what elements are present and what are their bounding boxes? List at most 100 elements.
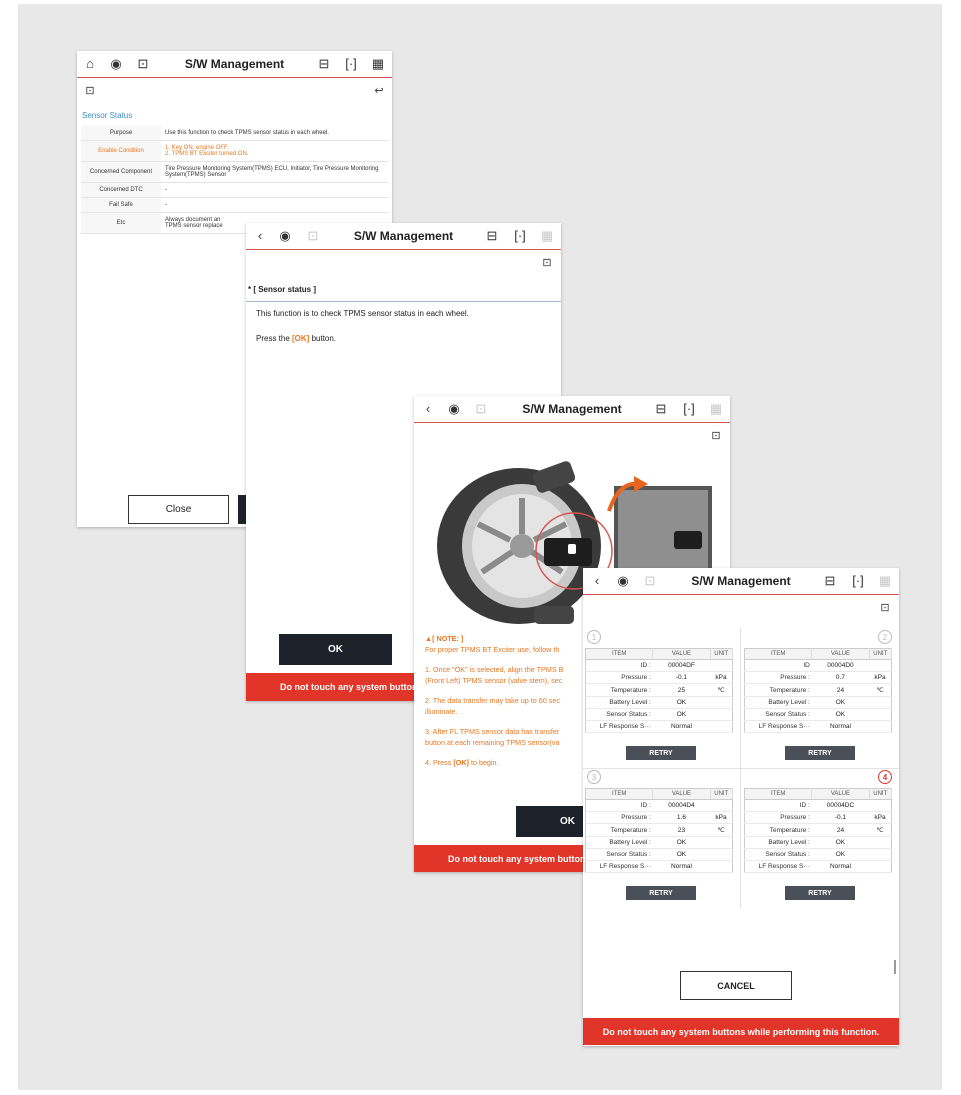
grid-menu-icon[interactable]: ▦ bbox=[369, 57, 387, 71]
ok-button[interactable]: OK bbox=[279, 634, 392, 665]
retry-button[interactable]: RETRY bbox=[626, 746, 696, 760]
value-cell: OK bbox=[652, 708, 711, 721]
item-cell: ID : bbox=[585, 799, 653, 812]
value-cell: 24 bbox=[811, 823, 870, 837]
table-row: ID 00004D0 bbox=[744, 659, 892, 672]
unit-cell bbox=[869, 696, 892, 709]
table-row: Temperature :24 ℃ bbox=[744, 683, 892, 697]
unit-cell bbox=[710, 799, 733, 812]
value-cell: OK bbox=[652, 836, 711, 849]
capture-icon[interactable]: [·] bbox=[680, 402, 698, 416]
diagnostic-icon[interactable]: ◉ bbox=[276, 229, 294, 243]
value-cell: OK bbox=[811, 848, 870, 861]
value-cell: -0.1 bbox=[652, 671, 711, 684]
grid-menu-icon: ▦ bbox=[878, 573, 892, 588]
home-icon[interactable]: ⌂ bbox=[81, 57, 99, 71]
globe-icon[interactable]: ◉ bbox=[107, 57, 125, 71]
diagnostic-icon[interactable]: ◉ bbox=[614, 574, 632, 588]
table-row: Battery Level : OK bbox=[744, 836, 892, 849]
grid-menu-icon: ▦ bbox=[709, 401, 723, 416]
column-header: UNIT bbox=[869, 788, 893, 800]
top-bar: ‹ ◉ ⊡ S/W Management ⊟ [·] ▦ bbox=[246, 223, 561, 250]
retry-button[interactable]: RETRY bbox=[785, 886, 855, 900]
unit-cell: kPa bbox=[869, 811, 892, 824]
top-bar: ⌂ ◉ ⊡ S/W Management ⊟ [·] ▦ bbox=[77, 51, 392, 78]
vehicle-info-icon[interactable]: ⊟ bbox=[315, 57, 333, 71]
item-cell: Battery Level : bbox=[744, 836, 812, 849]
capture-icon[interactable]: [·] bbox=[849, 574, 867, 588]
table-row: Battery Level : OK bbox=[585, 696, 733, 709]
table-row: ID :00004D4 bbox=[585, 799, 733, 812]
item-cell: Battery Level : bbox=[744, 696, 812, 709]
column-header: VALUE bbox=[652, 648, 711, 660]
value-cell: 00004DF bbox=[652, 659, 711, 672]
back-icon[interactable]: ‹ bbox=[588, 574, 606, 588]
item-cell: Pressure : bbox=[585, 671, 653, 684]
vehicle-tool-icon[interactable]: ⊡ bbox=[538, 256, 556, 270]
item-cell: LF Response S··· bbox=[744, 860, 812, 873]
wheel-panel-4: 4 ITEM VALUE UNIT ID :00004DC Pressure : -0.1 k… bbox=[744, 770, 894, 908]
close-button[interactable]: Close bbox=[128, 495, 229, 524]
unit-cell bbox=[710, 836, 733, 849]
capture-icon[interactable]: [·] bbox=[511, 229, 529, 243]
wheel-data-table: ITEM VALUE UNIT ID :00004D4 Pressure :1.6 kPa… bbox=[585, 788, 734, 873]
section-heading: * [ Sensor status ] bbox=[248, 285, 317, 294]
unit-cell: kPa bbox=[869, 671, 892, 684]
instruction-post: button. bbox=[309, 334, 337, 343]
table-row: Pressure :1.6 kPa bbox=[585, 811, 733, 824]
top-bar: ‹ ◉ ⊡ S/W Management ⊟ [·] ▦ bbox=[583, 568, 899, 595]
vehicle-tool-icon[interactable]: ⊡ bbox=[707, 429, 725, 443]
retry-button[interactable]: RETRY bbox=[785, 746, 855, 760]
vehicle-info-icon[interactable]: ⊟ bbox=[821, 574, 839, 588]
table-row: Pressure : -0.1 kPa bbox=[744, 811, 892, 824]
wheel-data-table: ITEM VALUE UNIT ID :00004DC Pressure : -0.1 kP… bbox=[744, 788, 893, 873]
vehicle-info-icon[interactable]: ⊟ bbox=[652, 402, 670, 416]
item-cell: Temperature : bbox=[585, 683, 653, 697]
back-icon[interactable]: ‹ bbox=[419, 402, 437, 416]
wheel-number-badge: 3 bbox=[587, 770, 601, 784]
instruction-pre: Press the bbox=[256, 334, 293, 343]
table-row: LF Response S··· Normal bbox=[585, 720, 733, 733]
column-header: ITEM bbox=[585, 648, 654, 660]
diagnostic-icon[interactable]: ◉ bbox=[445, 402, 463, 416]
table-row: ID :00004DC bbox=[744, 799, 892, 812]
item-cell: Pressure : bbox=[744, 811, 812, 824]
row-value: - bbox=[161, 197, 388, 213]
step4-post: to begin. bbox=[468, 758, 499, 767]
column-header: ITEM bbox=[744, 788, 813, 800]
table-row: Temperature :23 ℃ bbox=[585, 823, 733, 837]
back-icon[interactable]: ‹ bbox=[251, 229, 269, 243]
column-header: ITEM bbox=[585, 788, 654, 800]
unit-cell: ℃ bbox=[710, 683, 733, 697]
row-label: Concerned Component bbox=[81, 161, 161, 183]
retry-button[interactable]: RETRY bbox=[626, 886, 696, 900]
row-value: Tire Pressure Monitoring System(TPMS) EC… bbox=[161, 161, 388, 183]
table-row: Temperature :25 ℃ bbox=[585, 683, 733, 697]
value-cell: 1.6 bbox=[652, 811, 711, 824]
row-label: Purpose bbox=[81, 126, 161, 141]
vehicle-upload-icon[interactable]: ⊡ bbox=[134, 57, 152, 71]
value-cell: OK bbox=[652, 696, 711, 709]
item-cell: Pressure : bbox=[585, 811, 653, 824]
return-icon[interactable]: ↩ bbox=[370, 84, 388, 98]
item-cell: Sensor Status : bbox=[744, 708, 812, 721]
vehicle-tool-icon[interactable]: ⊡ bbox=[876, 601, 894, 615]
capture-icon[interactable]: [·] bbox=[342, 57, 360, 71]
unit-cell bbox=[869, 708, 892, 721]
row-value: - bbox=[161, 182, 388, 198]
row-label: Enable Condition bbox=[81, 140, 161, 162]
item-cell: Battery Level : bbox=[585, 836, 653, 849]
value-cell: Normal bbox=[652, 860, 711, 873]
vehicle-upload-icon: ⊡ bbox=[307, 228, 319, 243]
row-value: 1. Key ON, engine OFF. 2. TPMS BT Excite… bbox=[161, 140, 388, 162]
table-row: Battery Level : OK bbox=[585, 836, 733, 849]
unit-cell bbox=[710, 696, 733, 709]
vehicle-info-icon[interactable]: ⊟ bbox=[483, 229, 501, 243]
scrollbar[interactable] bbox=[894, 960, 896, 974]
table-row: Sensor Status : OK bbox=[585, 708, 733, 721]
info-table: Purpose Use this function to check TPMS s… bbox=[81, 126, 388, 234]
cancel-button[interactable]: CANCEL bbox=[680, 971, 792, 1000]
unit-cell bbox=[710, 720, 733, 733]
column-header: VALUE bbox=[811, 648, 870, 660]
vehicle-tool-icon[interactable]: ⊡ bbox=[81, 84, 99, 98]
